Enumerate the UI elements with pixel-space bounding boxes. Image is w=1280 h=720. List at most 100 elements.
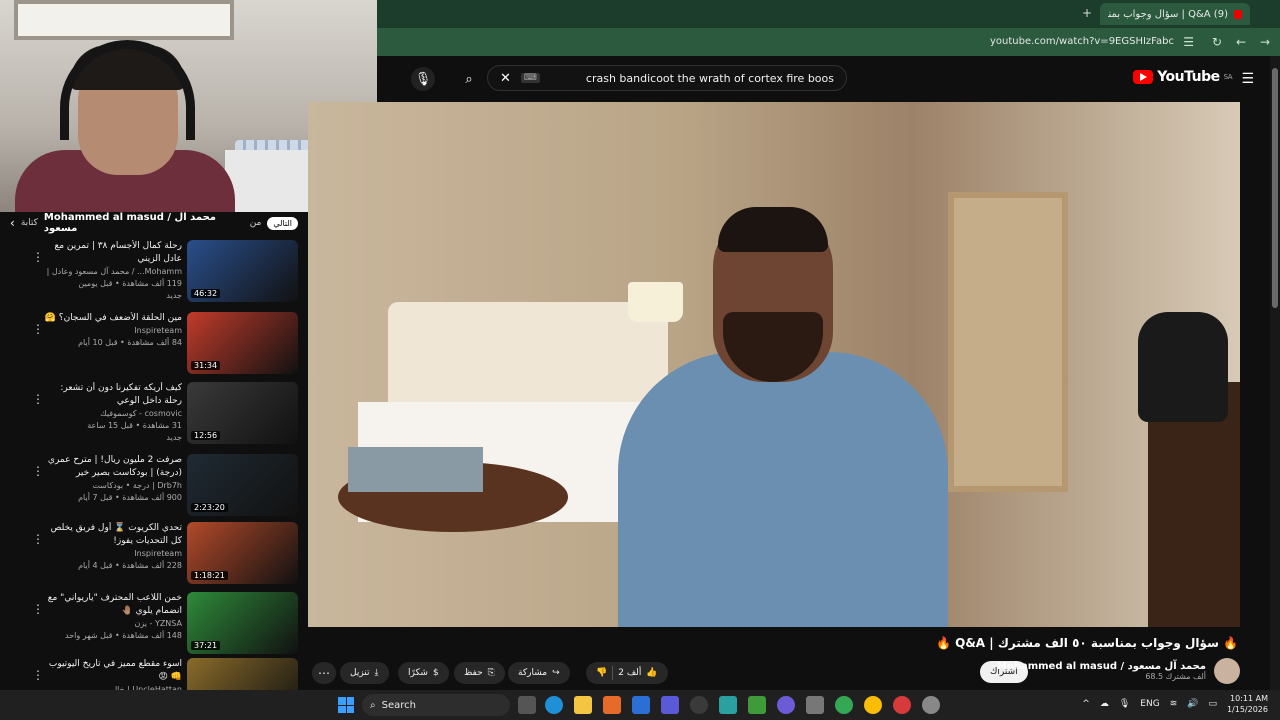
microphone-icon: 🎙 bbox=[414, 71, 432, 87]
chevron-left-icon[interactable]: ‹ bbox=[10, 216, 15, 230]
save-button[interactable]: حفظ ⎘ bbox=[454, 662, 505, 684]
video-item-channel[interactable]: cosmovic - كوسموفيك bbox=[44, 408, 182, 420]
new-tab-button[interactable]: + bbox=[1082, 6, 1092, 20]
hamburger-menu-icon[interactable]: ☰ bbox=[1241, 71, 1254, 87]
video-item-stats: 148 ألف مشاهدة • قبل شهر واحد bbox=[65, 631, 182, 640]
playlist-title[interactable]: Mohammed al masud / محمد آل مسعود bbox=[44, 212, 244, 234]
obs-icon[interactable] bbox=[690, 696, 708, 714]
share-button[interactable]: مشاركة ↪ bbox=[508, 662, 570, 684]
playlist-extra[interactable]: كتابة bbox=[21, 218, 38, 228]
photos-icon[interactable] bbox=[603, 696, 621, 714]
task-view-icon[interactable] bbox=[518, 696, 536, 714]
video-item-channel[interactable]: Drb7h | درجة • بودكاست bbox=[44, 480, 182, 492]
app-icon-teal[interactable] bbox=[719, 696, 737, 714]
sidebar-video-item[interactable]: ⋮ اسوء مقطع مميز في تاريخ اليوتيوب 👊 😡 Unc… bbox=[0, 658, 308, 690]
kebab-menu-icon[interactable]: ⋮ bbox=[32, 668, 44, 682]
sidebar-video-item[interactable]: ⋮ مين الحلقة الأضعف في السجان؟ 🤗 Inspirete… bbox=[0, 312, 308, 378]
volume-icon[interactable]: 🔊 bbox=[1187, 699, 1198, 709]
kebab-menu-icon[interactable]: ⋮ bbox=[32, 464, 44, 478]
video-item-channel[interactable]: YZNSA - يزن bbox=[44, 618, 182, 630]
share-label: مشاركة bbox=[518, 668, 548, 678]
file-explorer-icon[interactable] bbox=[574, 696, 592, 714]
thanks-label: شكرًا bbox=[408, 668, 428, 678]
video-thumbnail[interactable]: 37:21 bbox=[187, 592, 298, 654]
network-icon[interactable]: ☁ bbox=[1100, 699, 1109, 709]
search-input[interactable]: ✕ ⌨ crash bandicoot the wrath of cortex … bbox=[487, 65, 847, 91]
forward-arrow-icon[interactable]: → bbox=[1260, 35, 1270, 49]
back-arrow-icon[interactable]: ← bbox=[1236, 35, 1246, 49]
kebab-menu-icon[interactable]: ⋮ bbox=[32, 322, 44, 336]
reload-icon[interactable]: ↻ bbox=[1212, 35, 1222, 49]
video-thumbnail[interactable] bbox=[187, 658, 298, 690]
tray-chevron-up-icon[interactable]: ^ bbox=[1082, 699, 1090, 709]
video-item-channel[interactable]: Inspireteam bbox=[44, 325, 182, 337]
sidebar-video-item[interactable]: ⋮ رحلة كمال الأجسام ٣٨ | تمرين مع عادل ال… bbox=[0, 240, 308, 306]
youtube-logo[interactable]: YouTube SA bbox=[1133, 69, 1233, 85]
site-settings-icon[interactable]: ☰ bbox=[1183, 35, 1194, 49]
video-thumbnail[interactable]: 46:32 bbox=[187, 240, 298, 302]
video-item-stats: 31 مشاهدة • قبل 15 ساعة bbox=[87, 421, 182, 430]
app-icon-red[interactable] bbox=[893, 696, 911, 714]
kebab-menu-icon[interactable]: ⋮ bbox=[32, 532, 44, 546]
chrome-icon[interactable] bbox=[835, 696, 853, 714]
video-item-title[interactable]: رحلة كمال الأجسام ٣٨ | تمرين مع عادل الز… bbox=[44, 240, 182, 266]
voice-search-button[interactable]: 🎙 bbox=[411, 67, 435, 91]
kebab-menu-icon[interactable]: ⋮ bbox=[32, 250, 44, 264]
language-indicator[interactable]: ENG bbox=[1140, 699, 1159, 709]
video-item-stats: 84 ألف مشاهدة • قبل 10 أيام bbox=[78, 338, 182, 347]
clear-search-icon[interactable]: ✕ bbox=[500, 71, 511, 86]
app-icon-gray[interactable] bbox=[806, 696, 824, 714]
sidebar-video-item[interactable]: ⋮ تحدي الكريوت ⌛ أول فريق يخلص كل التحديا… bbox=[0, 522, 308, 588]
windows-start-icon[interactable] bbox=[338, 697, 354, 713]
video-thumbnail[interactable]: 2:23:20 bbox=[187, 454, 298, 516]
more-actions-button[interactable]: ⋯ bbox=[312, 662, 336, 684]
video-player[interactable] bbox=[308, 102, 1240, 627]
dislike-icon[interactable]: 👎 bbox=[596, 668, 607, 678]
scrollbar-thumb[interactable] bbox=[1272, 68, 1278, 308]
thanks-button[interactable]: شكرًا $ bbox=[398, 662, 449, 684]
video-thumbnail[interactable]: 1:18:21 bbox=[187, 522, 298, 584]
sidebar-video-item[interactable]: ⋮ كيف أريكه تفكيرنا دون أن تشعر: رحلة داخ… bbox=[0, 382, 308, 448]
sidebar-video-item[interactable]: ⋮ خمن اللاعب المحترف "ياريواني" مع انضمام… bbox=[0, 592, 308, 658]
wifi-icon[interactable]: ≋ bbox=[1170, 699, 1178, 709]
channel-names: Mohammed al masud / محمد آل مسعود 68.5 أ… bbox=[997, 661, 1206, 681]
video-item-title[interactable]: كيف أريكه تفكيرنا دون أن تشعر: رحلة داخل… bbox=[44, 382, 182, 408]
video-item-stats: 119 ألف مشاهدة • قبل يومين bbox=[78, 279, 182, 288]
divider bbox=[612, 666, 614, 680]
search-icon: ⌕ bbox=[465, 71, 473, 87]
clock[interactable]: 10:11 AM 1/15/2026 bbox=[1227, 693, 1268, 715]
keyboard-icon[interactable]: ⌨ bbox=[520, 73, 540, 83]
battery-icon[interactable]: ▭ bbox=[1208, 699, 1217, 709]
next-chip[interactable]: التالي bbox=[267, 216, 298, 230]
video-item-channel[interactable]: Inspireteam bbox=[44, 548, 182, 560]
video-item-title[interactable]: تحدي الكريوت ⌛ أول فريق يخلص كل التحديات… bbox=[44, 522, 182, 548]
video-thumbnail[interactable]: 12:56 bbox=[187, 382, 298, 444]
search-button[interactable]: ⌕ bbox=[457, 67, 481, 91]
channel-avatar[interactable] bbox=[1214, 658, 1240, 684]
discord-icon[interactable] bbox=[777, 696, 795, 714]
app-icon-blue[interactable] bbox=[661, 696, 679, 714]
url-text[interactable]: youtube.com/watch?v=9EGSHIzFabc bbox=[990, 36, 1174, 47]
microphone-tray-icon[interactable]: 🎙 bbox=[1119, 699, 1130, 709]
edge-icon[interactable] bbox=[545, 696, 563, 714]
sidebar-video-item[interactable]: ⋮ صرفت 2 مليون ريال! | مترح عمري (درجة) |… bbox=[0, 454, 308, 520]
chrome-active-icon[interactable] bbox=[864, 696, 882, 714]
channel-name[interactable]: Mohammed al masud / محمد آل مسعود bbox=[997, 661, 1206, 672]
video-item-title[interactable]: صرفت 2 مليون ريال! | مترح عمري (درجة) | … bbox=[44, 454, 182, 480]
video-item-title[interactable]: مين الحلقة الأضعف في السجان؟ 🤗 bbox=[44, 312, 182, 325]
kebab-menu-icon[interactable]: ⋮ bbox=[32, 602, 44, 616]
video-thumbnail[interactable]: 31:34 bbox=[187, 312, 298, 374]
like-icon[interactable]: 👍 bbox=[646, 668, 657, 678]
video-meta: رحلة كمال الأجسام ٣٨ | تمرين مع عادل الز… bbox=[44, 240, 182, 302]
kebab-menu-icon[interactable]: ⋮ bbox=[32, 392, 44, 406]
video-item-title[interactable]: خمن اللاعب المحترف "ياريواني" مع انضمام … bbox=[44, 592, 182, 618]
video-item-title[interactable]: اسوء مقطع مميز في تاريخ اليوتيوب 👊 😡 bbox=[44, 658, 182, 684]
minecraft-icon[interactable] bbox=[748, 696, 766, 714]
taskbar-search-input[interactable]: ⌕ Search bbox=[362, 694, 510, 716]
store-icon[interactable] bbox=[632, 696, 650, 714]
download-button[interactable]: تنزيل ⤓ bbox=[340, 662, 389, 684]
video-item-channel[interactable]: Mohamm... / محمد آل مسعود وعادل | 3ADEL bbox=[44, 266, 182, 278]
settings-gear-icon[interactable] bbox=[922, 696, 940, 714]
browser-tab-active[interactable]: (9) Q&A | سؤال وجواب بمناسبة ٥٠ الف مشتر… bbox=[1100, 3, 1250, 25]
page-scrollbar[interactable] bbox=[1270, 56, 1280, 690]
